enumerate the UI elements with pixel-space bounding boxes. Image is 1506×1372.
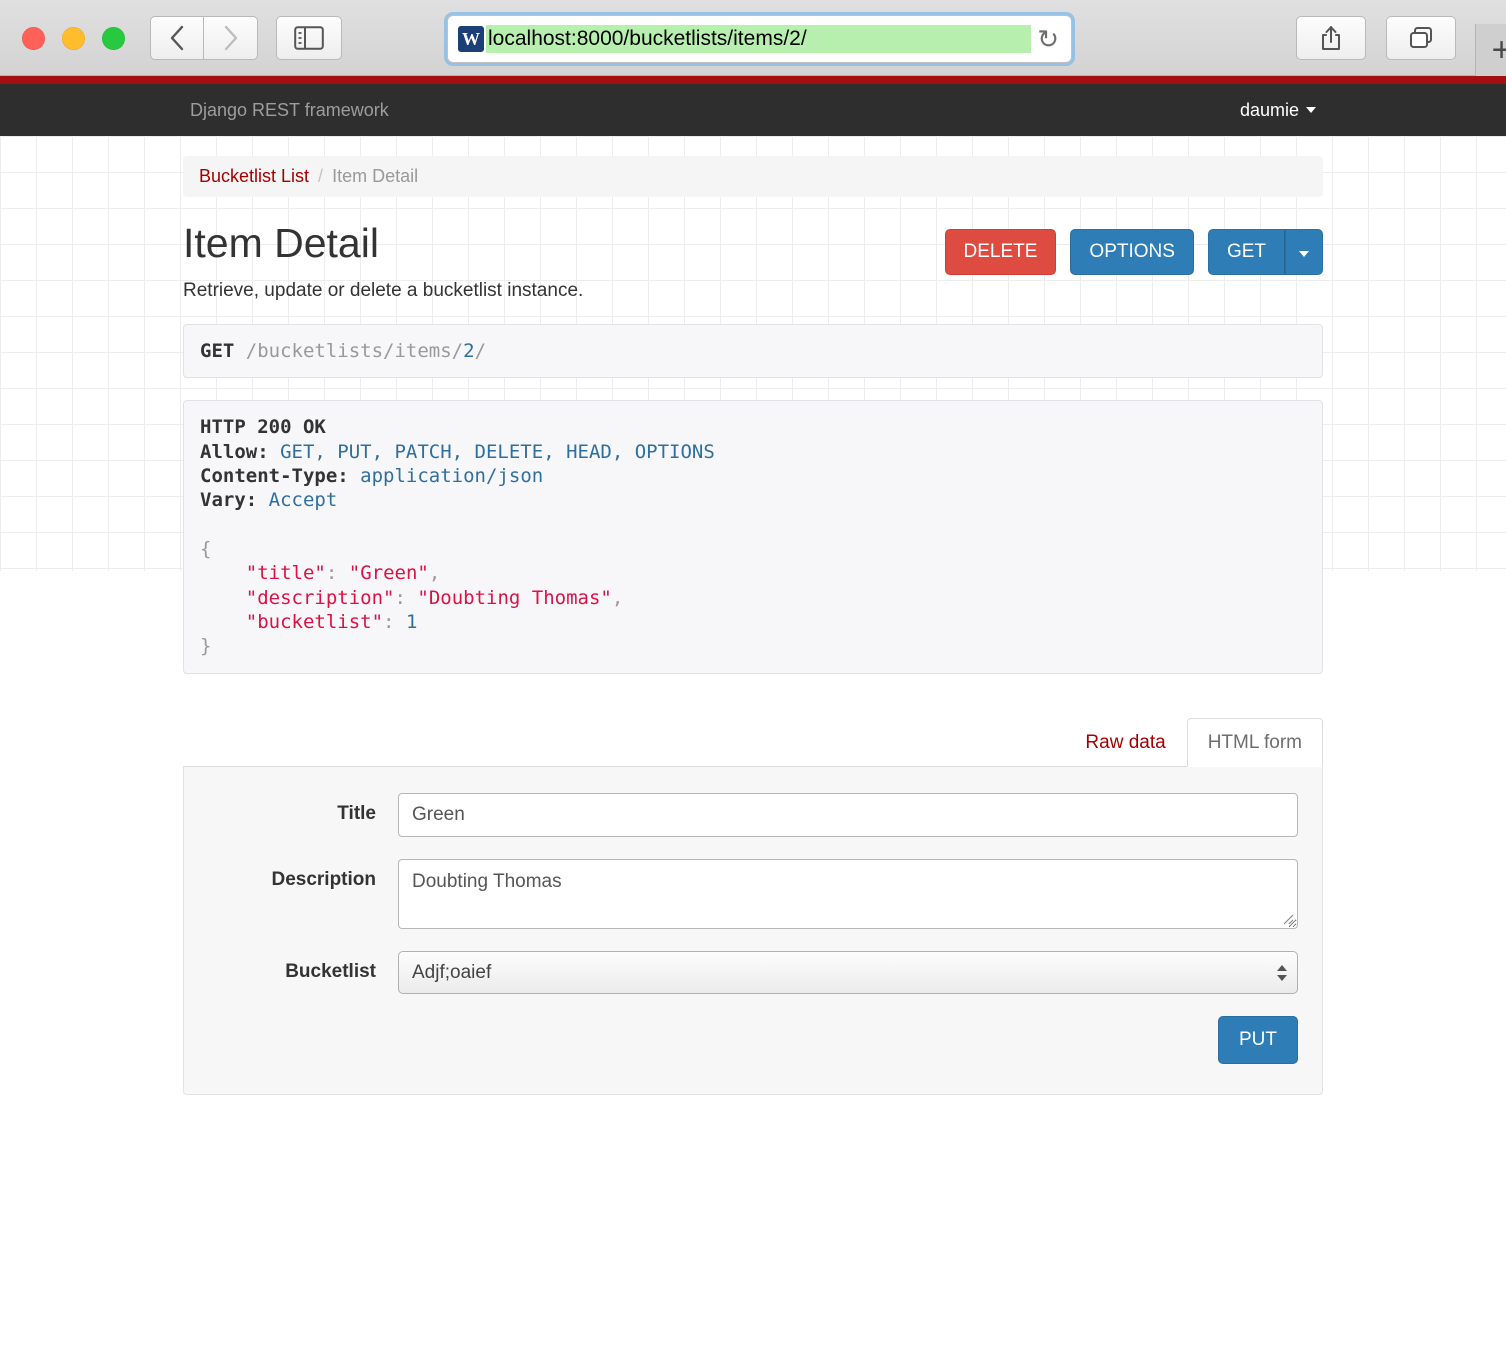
page-body: Bucketlist List / Item Detail Item Detai… — [0, 136, 1506, 1372]
options-button[interactable]: OPTIONS — [1070, 229, 1194, 275]
title-input[interactable] — [398, 793, 1298, 838]
forward-button[interactable] — [204, 16, 258, 60]
page-header: Item Detail Retrieve, update or delete a… — [183, 220, 1323, 302]
browser-chrome: W localhost:8000/bucketlists/items/2/ ↻ … — [0, 0, 1506, 76]
json-key-bucketlist: "bucketlist" — [245, 610, 384, 633]
breadcrumb-item-bucketlist-list[interactable]: Bucketlist List — [199, 166, 309, 187]
request-path-suffix: / — [474, 340, 487, 363]
request-method: GET — [200, 340, 235, 363]
user-menu[interactable]: daumie — [1240, 100, 1316, 121]
sidebar-toggle-button[interactable] — [276, 16, 342, 60]
tab-overview-icon — [1410, 27, 1432, 48]
bucketlist-label: Bucketlist — [285, 961, 376, 983]
content-container: Bucketlist List / Item Detail Item Detai… — [183, 136, 1323, 1096]
request-panel: GET /bucketlists/items/2/ — [183, 324, 1323, 379]
get-button[interactable]: GET — [1207, 229, 1285, 275]
json-value-title: "Green" — [348, 562, 429, 585]
json-colon: : — [383, 610, 395, 633]
description-label: Description — [271, 869, 376, 891]
url-input[interactable]: localhost:8000/bucketlists/items/2/ — [486, 25, 1032, 53]
maximize-window-button[interactable] — [102, 27, 125, 50]
json-colon: : — [394, 586, 406, 609]
page-description: Retrieve, update or delete a bucketlist … — [183, 280, 584, 302]
tab-html-form[interactable]: HTML form — [1186, 717, 1323, 768]
title-label: Title — [337, 803, 376, 825]
back-chevron-icon — [170, 25, 184, 51]
accent-line — [0, 76, 1506, 84]
close-window-button[interactable] — [22, 27, 45, 50]
json-open-brace: { — [200, 537, 212, 560]
get-button-group: GET — [1207, 229, 1323, 275]
chevron-down-icon — [1306, 107, 1316, 113]
response-header-value-content-type: application/json — [360, 465, 544, 488]
response-header-name-allow: Allow: — [200, 440, 269, 463]
navbar-brand[interactable]: Django REST framework — [190, 100, 389, 121]
sidebar-toggle-icon — [294, 26, 324, 50]
minimize-window-button[interactable] — [62, 27, 85, 50]
json-colon: : — [325, 562, 338, 585]
request-path-prefix: /bucketlists/items/ — [245, 340, 464, 363]
app-navbar: Django REST framework daumie — [0, 84, 1506, 136]
response-header-value-allow: GET, PUT, PATCH, DELETE, HEAD, OPTIONS — [280, 440, 715, 463]
description-textarea[interactable]: Doubting Thomas — [398, 859, 1298, 930]
share-icon — [1322, 26, 1340, 50]
response-header-value-vary: Accept — [268, 489, 338, 512]
reload-icon[interactable]: ↻ — [1037, 24, 1059, 55]
response-panel: HTTP 200 OK Allow: GET, PUT, PATCH, DELE… — [183, 400, 1323, 674]
form-tabs: Raw data HTML form — [183, 717, 1323, 768]
request-path-id: 2 — [463, 340, 475, 363]
forward-chevron-icon — [224, 25, 237, 51]
json-key-description: "description" — [245, 586, 395, 609]
breadcrumb: Bucketlist List / Item Detail — [183, 156, 1323, 197]
breadcrumb-separator: / — [318, 166, 324, 186]
form-group-title: Title — [208, 793, 1298, 838]
tab-raw-data[interactable]: Raw data — [1064, 718, 1186, 768]
action-buttons: DELETE OPTIONS GET — [944, 229, 1323, 275]
bucketlist-select-wrapper: Adjf;oaief — [398, 951, 1298, 995]
json-comma: , — [428, 562, 441, 585]
response-header-name-content-type: Content-Type: — [200, 465, 349, 488]
response-header-name-vary: Vary: — [200, 489, 258, 512]
form-group-bucketlist: Bucketlist Adjf;oaief — [208, 951, 1298, 995]
json-comma: , — [611, 586, 624, 609]
new-tab-button[interactable]: + — [1475, 24, 1506, 76]
breadcrumb-item-current: Item Detail — [332, 166, 419, 186]
share-button[interactable] — [1296, 16, 1366, 60]
back-button[interactable] — [150, 16, 204, 60]
json-value-description: "Doubting Thomas" — [417, 586, 612, 609]
bucketlist-select[interactable]: Adjf;oaief — [398, 951, 1298, 995]
response-status-line: HTTP 200 OK — [200, 416, 326, 439]
json-close-brace: } — [200, 635, 212, 658]
put-button[interactable]: PUT — [1218, 1016, 1298, 1065]
address-bar[interactable]: W localhost:8000/bucketlists/items/2/ ↻ — [447, 15, 1072, 63]
tab-overview-button[interactable] — [1386, 16, 1456, 60]
navigation-buttons — [150, 16, 258, 60]
json-value-bucketlist: 1 — [405, 610, 418, 633]
json-key-title: "title" — [245, 562, 326, 585]
get-dropdown-toggle[interactable] — [1285, 229, 1323, 275]
form-actions: PUT — [208, 1016, 1298, 1065]
user-menu-label: daumie — [1239, 99, 1299, 120]
site-favicon: W — [458, 26, 484, 52]
form-group-description: Description Doubting Thomas — [208, 859, 1298, 930]
window-traffic-lights — [22, 27, 125, 50]
html-form-panel: Title Description Doubting Thomas Bucket… — [183, 767, 1323, 1096]
delete-button[interactable]: DELETE — [944, 229, 1057, 275]
chevron-down-icon — [1299, 251, 1309, 257]
description-wrapper: Doubting Thomas — [398, 859, 1298, 930]
